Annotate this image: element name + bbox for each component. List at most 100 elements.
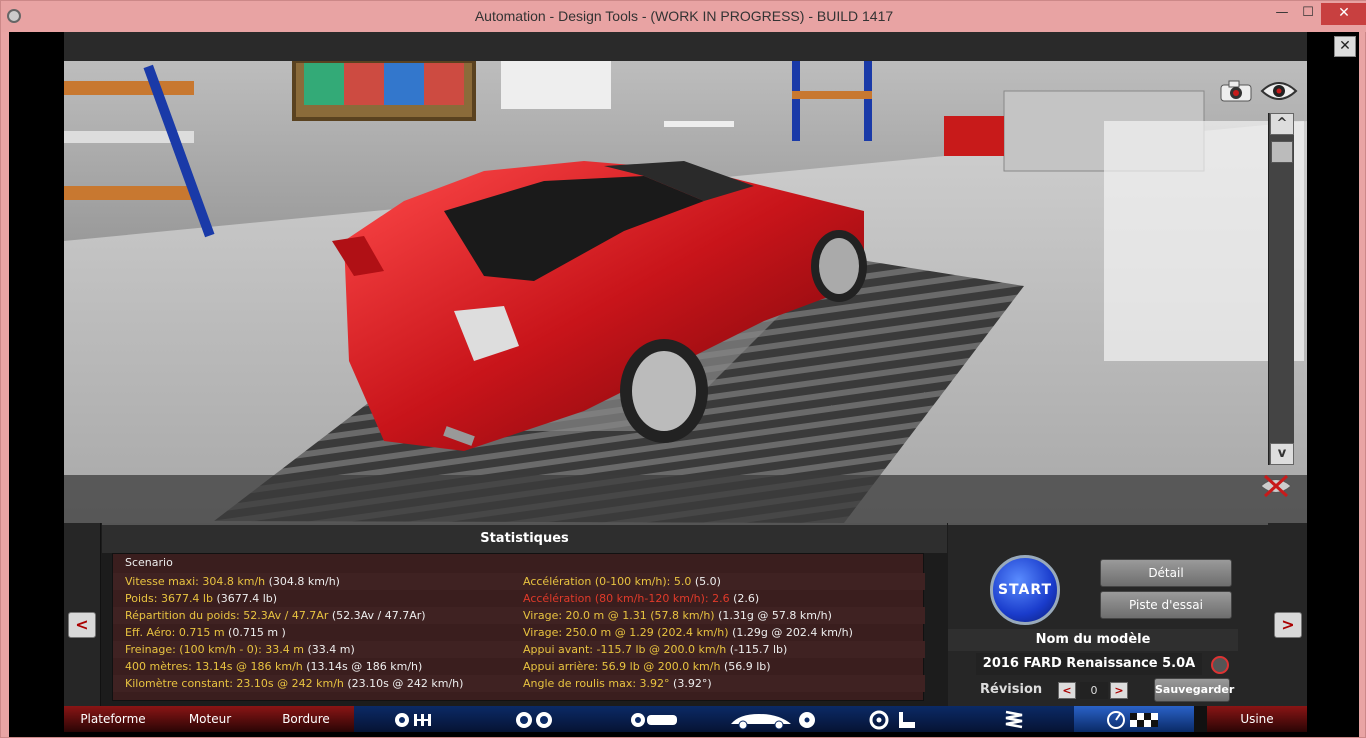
start-button[interactable]: START [990,555,1060,625]
minimize-button[interactable]: — [1269,3,1295,25]
stat-value-paren: (56.9 lb) [723,660,771,673]
spring-icon [1005,710,1023,728]
viewport-bottom-shade [64,475,1307,523]
stat-left: 400 mètres: 13.14s @ 186 km/h (13.14s @ … [125,658,422,675]
stat-row: 400 mètres: 13.14s @ 186 km/h (13.14s @ … [113,658,925,675]
scenario-label: Scenario [125,556,173,569]
stat-label: Répartition du poids: 52.3Av / 47.7Ar [125,609,329,622]
stat-right: Appui arrière: 56.9 lb @ 200.0 km/h (56.… [523,658,771,675]
eye-icon[interactable] [1260,79,1298,103]
chassis-icon [631,712,677,727]
close-window-button[interactable]: ✕ [1321,3,1366,25]
tab-testing[interactable] [1074,706,1194,732]
stat-label: Angle de roulis max: 3.92° [523,677,670,690]
model-panel: START Détail Piste d'essai Nom du modèle… [948,523,1268,706]
stats-header: Statistiques [102,523,947,553]
test-track-button[interactable]: Piste d'essai [1100,591,1232,619]
stat-row: Kilomètre constant: 23.10s @ 242 km/h (2… [113,675,925,692]
stat-right: Appui avant: -115.7 lb @ 200.0 km/h (-11… [523,641,787,658]
stats-panel: Scenario Vitesse maxi: 304.8 km/h (304.8… [112,553,925,701]
bottom-panel: < Statistiques Scenario Vitesse maxi: 30… [64,523,1307,706]
save-button[interactable]: Sauvegarder [1154,678,1234,702]
camera-icon[interactable] [1219,79,1253,103]
left-nav-column: < [64,523,101,706]
revision-prev-button[interactable]: < [1058,682,1076,699]
tab-bordure[interactable]: Bordure [258,706,354,732]
revision-label: Révision [980,682,1043,697]
shelf [64,81,194,95]
stat-row: Répartition du poids: 52.3Av / 47.7Ar (5… [113,607,925,624]
viewport-scrollbar[interactable]: ^ v [1268,113,1294,465]
stat-left: Kilomètre constant: 23.10s @ 242 km/h (2… [125,675,463,692]
stat-value-paren: (1.29g @ 202.4 km/h) [732,626,853,639]
tab-body[interactable] [714,706,834,732]
stat-label: Appui arrière: 56.9 lb @ 200.0 km/h [523,660,721,673]
stat-left: Répartition du poids: 52.3Av / 47.7Ar (5… [125,607,426,624]
stat-right: Angle de roulis max: 3.92° (3.92°) [523,675,712,692]
stat-value-paren: (23.10s @ 242 km/h) [347,677,464,690]
scroll-up-button[interactable]: ^ [1270,113,1294,135]
stat-row: Freinage: (100 km/h - 0): 33.4 m (33.4 m… [113,641,925,658]
tab-usine[interactable]: Usine [1207,706,1307,732]
scroll-thumb[interactable] [1271,141,1293,163]
stat-label: Kilomètre constant: 23.10s @ 242 km/h [125,677,344,690]
stat-label: Eff. Aéro: 0.715 m [125,626,225,639]
detail-button[interactable]: Détail [1100,559,1232,587]
stat-left: Eff. Aéro: 0.715 m (0.715 m ) [125,624,286,641]
stat-label: Virage: 250.0 m @ 1.29 (202.4 km/h) [523,626,729,639]
stat-row: Poids: 3677.4 lb (3677.4 lb) Accélération… [113,590,925,607]
stat-right: Virage: 20.0 m @ 1.31 (57.8 km/h) (1.31g… [523,607,832,624]
stat-value-paren: (5.0) [694,575,721,588]
3d-viewport[interactable]: ^ v [64,61,1307,523]
next-button[interactable]: > [1274,612,1302,638]
stat-label: Virage: 20.0 m @ 1.31 (57.8 km/h) [523,609,715,622]
stat-value-paren: (2.6) [733,592,760,605]
wheels-icon [516,711,552,728]
model-name-header: Nom du modèle [948,629,1238,651]
design-tab-bar: Plateforme Moteur Bordure Usine [64,706,1307,732]
window-title: Automation - Design Tools - (WORK IN PRO… [474,8,894,24]
stat-row: Vitesse maxi: 304.8 km/h (304.8 km/h) Acc… [113,573,925,590]
steering-seat-icon [869,710,915,729]
tab-interior[interactable] [834,706,954,732]
model-name-input[interactable] [976,653,1202,675]
revision-next-button[interactable]: > [1110,682,1128,699]
stat-value-paren: (33.4 m) [307,643,355,656]
stat-label: Accélération (0-100 km/h): 5.0 [523,575,692,588]
scroll-down-button[interactable]: v [1270,443,1294,465]
tab-fixtures[interactable] [954,706,1074,732]
viewport-top-bar: ✕ [64,32,1356,61]
stat-value-paren: (3.92°) [673,677,712,690]
workbench [664,121,734,127]
stat-left: Freinage: (100 km/h - 0): 33.4 m (33.4 m… [125,641,355,658]
previous-button[interactable]: < [68,612,96,638]
car-fan-icon [731,711,815,729]
stat-label: Poids: 3677.4 lb [125,592,213,605]
tab-moteur[interactable]: Moteur [162,706,258,732]
stat-value-paren: (304.8 km/h) [268,575,340,588]
stat-value-paren: (13.14s @ 186 km/h) [306,660,423,673]
tab-suspension[interactable] [594,706,714,732]
stat-right: Accélération (80 km/h-120 km/h): 2.6 (2.… [523,590,759,607]
tab-plateforme[interactable]: Plateforme [64,706,162,732]
stat-value-paren: (3677.4 lb) [216,592,278,605]
stat-label: 400 mètres: 13.14s @ 186 km/h [125,660,303,673]
gear-icon [395,712,431,727]
revision-value: 0 [1080,682,1108,699]
stat-label: Freinage: (100 km/h - 0): 33.4 m [125,643,305,656]
tab-wheels[interactable] [474,706,594,732]
refresh-icon[interactable] [1211,656,1229,674]
close-designer-button[interactable]: ✕ [1334,36,1356,57]
red-crate [944,116,1004,156]
stat-value-paren: (52.3Av / 47.7Ar) [331,609,426,622]
hide-parts-icon[interactable] [1259,473,1293,499]
stat-label: Accélération (80 km/h-120 km/h): 2.6 [523,592,730,605]
garage-scene [64,61,1307,523]
tab-gearbox[interactable] [354,706,474,732]
maximize-button[interactable]: ☐ [1295,3,1321,25]
stat-left: Vitesse maxi: 304.8 km/h (304.8 km/h) [125,573,340,590]
stat-left: Poids: 3677.4 lb (3677.4 lb) [125,590,277,607]
right-nav-column: > [1268,523,1307,706]
stat-right: Virage: 250.0 m @ 1.29 (202.4 km/h) (1.2… [523,624,853,641]
stat-value-paren: (1.31g @ 57.8 km/h) [718,609,832,622]
